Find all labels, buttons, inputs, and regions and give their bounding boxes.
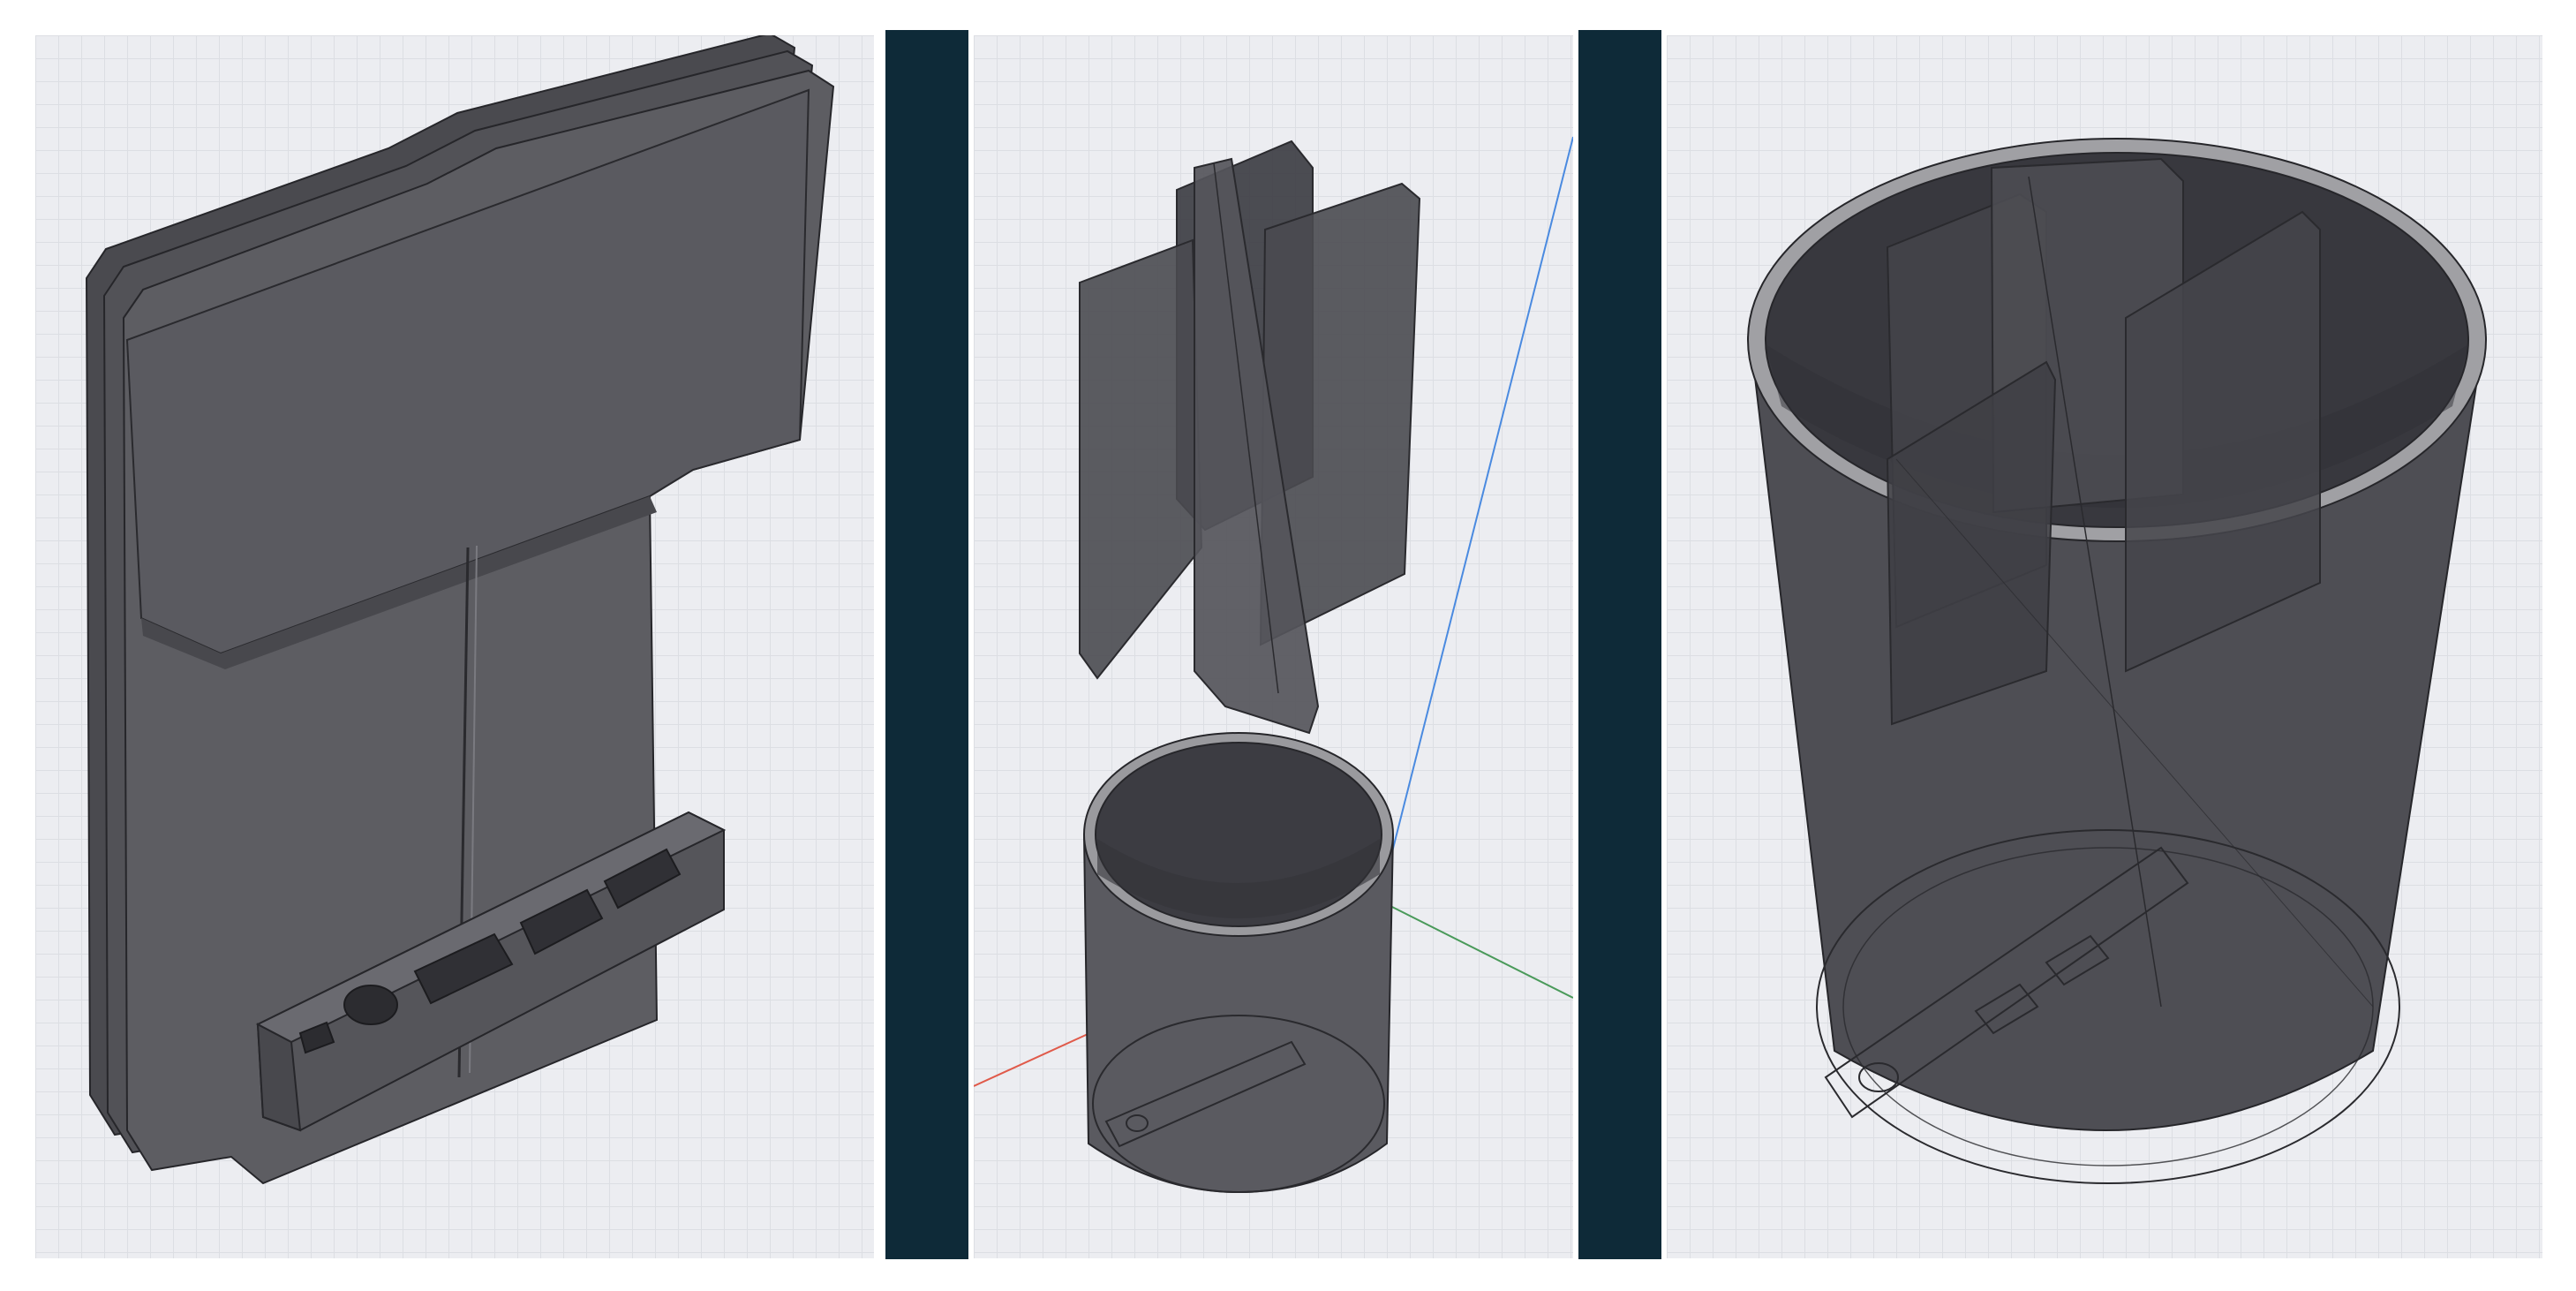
flat-parts-model (85, 35, 835, 1185)
exploded-assembly-model (974, 136, 1573, 1194)
assembled-cup-model (1747, 138, 2487, 1184)
viewport-exploded-assembly[interactable] (974, 35, 1573, 1258)
y-axis (1379, 900, 1573, 999)
viewport-assembled-cup[interactable] (1667, 35, 2542, 1258)
viewport-flat-parts[interactable] (35, 35, 874, 1258)
panel-divider-left (885, 30, 968, 1259)
panel-divider-right (1578, 30, 1661, 1259)
